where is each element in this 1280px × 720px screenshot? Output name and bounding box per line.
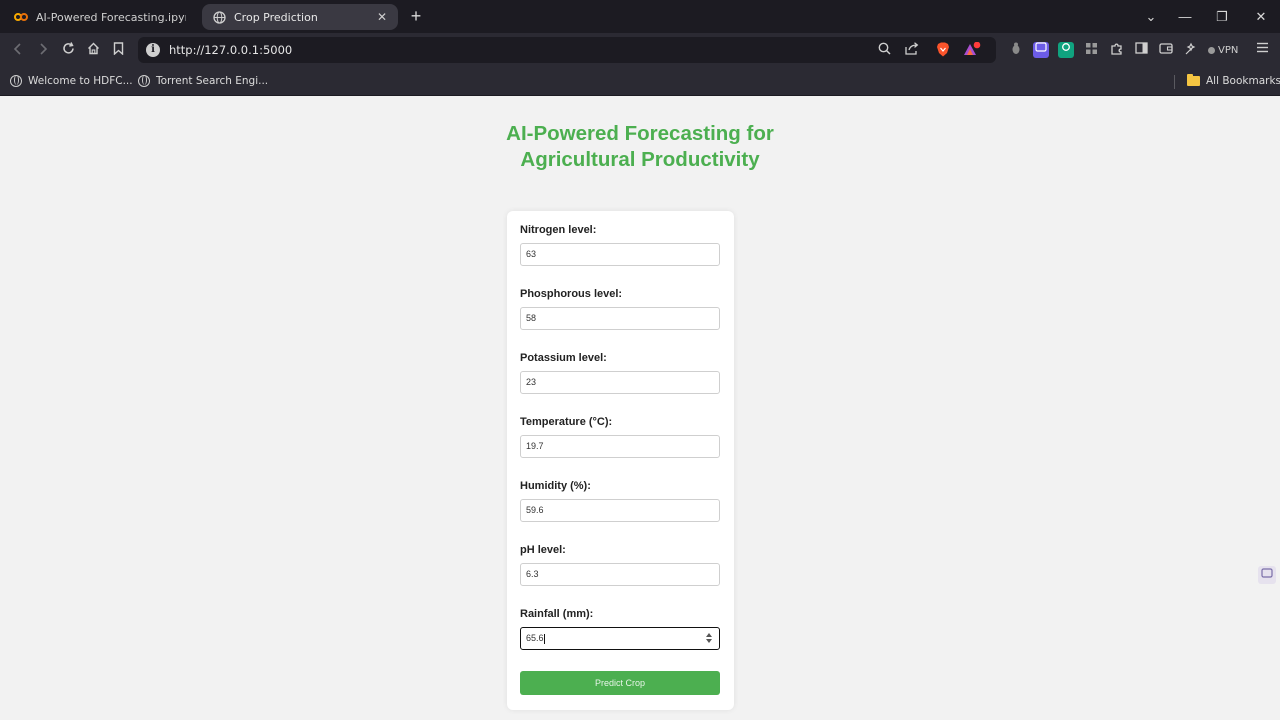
extension-grid-icon[interactable] — [1083, 42, 1099, 58]
tab-list-chevron-icon[interactable]: ⌄ — [1141, 7, 1161, 27]
rainfall-input[interactable]: 65.6 — [520, 627, 720, 650]
page-content: AI-Powered Forecasting for Agricultural … — [0, 96, 1280, 720]
ph-input[interactable]: 6.3 — [520, 563, 720, 586]
humidity-label: Humidity (%): — [520, 480, 591, 492]
bookmark-torrent-search[interactable]: Torrent Search Engi... — [138, 72, 268, 90]
floating-extension-icon[interactable] — [1258, 566, 1276, 584]
home-button[interactable] — [83, 40, 103, 60]
tab-title: Crop Prediction — [234, 10, 318, 24]
sidebar-toggle-icon[interactable] — [1133, 42, 1149, 58]
page-title: AI-Powered Forecasting for Agricultural … — [506, 122, 774, 171]
phosphorous-label: Phosphorous level: — [520, 288, 623, 300]
extension-bug-icon[interactable] — [1008, 42, 1024, 58]
tab-close-icon[interactable]: ✕ — [376, 10, 388, 24]
nitrogen-input[interactable]: 63 — [520, 243, 720, 266]
extensions-puzzle-icon[interactable] — [1108, 42, 1124, 58]
temperature-input[interactable]: 19.7 — [520, 435, 720, 458]
vpn-status-dot-icon — [1208, 46, 1215, 54]
tab-bar: AI-Powered Forecasting.ipynb - Col Crop … — [0, 0, 1280, 33]
vpn-label: VPN — [1218, 44, 1239, 56]
bookmarks-bar: Welcome to HDFC... Torrent Search Engi..… — [0, 67, 1280, 96]
wallet-icon[interactable] — [1158, 42, 1174, 58]
humidity-input[interactable]: 59.6 — [520, 499, 720, 522]
temperature-label: Temperature (°C): — [520, 416, 613, 428]
back-button[interactable] — [8, 40, 28, 60]
all-bookmarks-button[interactable]: All Bookmarks — [1187, 72, 1280, 90]
folder-icon — [1187, 74, 1200, 86]
forward-button[interactable] — [33, 40, 53, 60]
reload-button[interactable] — [58, 40, 78, 60]
all-bookmarks-label: All Bookmarks — [1206, 75, 1280, 87]
restore-button[interactable]: ❐ — [1212, 7, 1232, 27]
browser-toolbar: i http://127.0.0.1:5000 VPN — [0, 33, 1280, 67]
potassium-label: Potassium level: — [520, 352, 607, 364]
phosphorous-input[interactable]: 58 — [520, 307, 720, 330]
extension-chatgpt-icon[interactable] — [1058, 42, 1074, 58]
rainfall-label: Rainfall (mm): — [520, 608, 594, 620]
menu-hamburger-icon[interactable] — [1254, 42, 1270, 58]
site-info-icon[interactable]: i — [146, 43, 160, 57]
text-caret — [543, 633, 545, 644]
bookmark-hdfc[interactable]: Welcome to HDFC... — [10, 72, 133, 90]
bookmarks-divider — [1174, 75, 1175, 89]
tab-title: AI-Powered Forecasting.ipynb - Col — [36, 10, 186, 24]
predict-crop-button[interactable]: Predict Crop — [520, 671, 720, 695]
url-text[interactable]: http://127.0.0.1:5000 — [169, 43, 292, 57]
ph-label: pH level: — [520, 544, 566, 556]
crop-prediction-form: Nitrogen level: 63 Phosphorous level: 58… — [507, 211, 734, 710]
bookmark-label: Torrent Search Engi... — [156, 75, 269, 87]
tab-colab-notebook[interactable]: AI-Powered Forecasting.ipynb - Col — [4, 4, 196, 30]
close-window-button[interactable]: ✕ — [1251, 7, 1271, 27]
nitrogen-label: Nitrogen level: — [520, 224, 597, 236]
globe-icon — [212, 10, 226, 24]
leo-ai-icon[interactable] — [1183, 42, 1199, 58]
bookmark-button[interactable] — [108, 40, 128, 60]
zoom-search-icon[interactable] — [876, 42, 892, 58]
brave-rewards-icon[interactable] — [963, 41, 981, 58]
new-tab-button[interactable]: + — [406, 6, 426, 26]
number-spinner-icon[interactable] — [705, 632, 713, 645]
potassium-input[interactable]: 23 — [520, 371, 720, 394]
share-icon[interactable] — [904, 42, 920, 58]
brave-shields-icon[interactable] — [935, 42, 951, 58]
colab-icon — [14, 10, 28, 24]
globe-icon — [138, 75, 150, 87]
bookmark-label: Welcome to HDFC... — [28, 75, 133, 87]
globe-icon — [10, 75, 22, 87]
address-bar[interactable]: i http://127.0.0.1:5000 — [138, 37, 996, 63]
vpn-button[interactable]: VPN — [1208, 42, 1238, 58]
minimize-button[interactable]: — — [1175, 7, 1195, 27]
rainfall-value: 65.6 — [526, 633, 544, 643]
extension-purple-icon[interactable] — [1033, 42, 1049, 58]
tab-crop-prediction[interactable]: Crop Prediction ✕ — [202, 4, 398, 30]
